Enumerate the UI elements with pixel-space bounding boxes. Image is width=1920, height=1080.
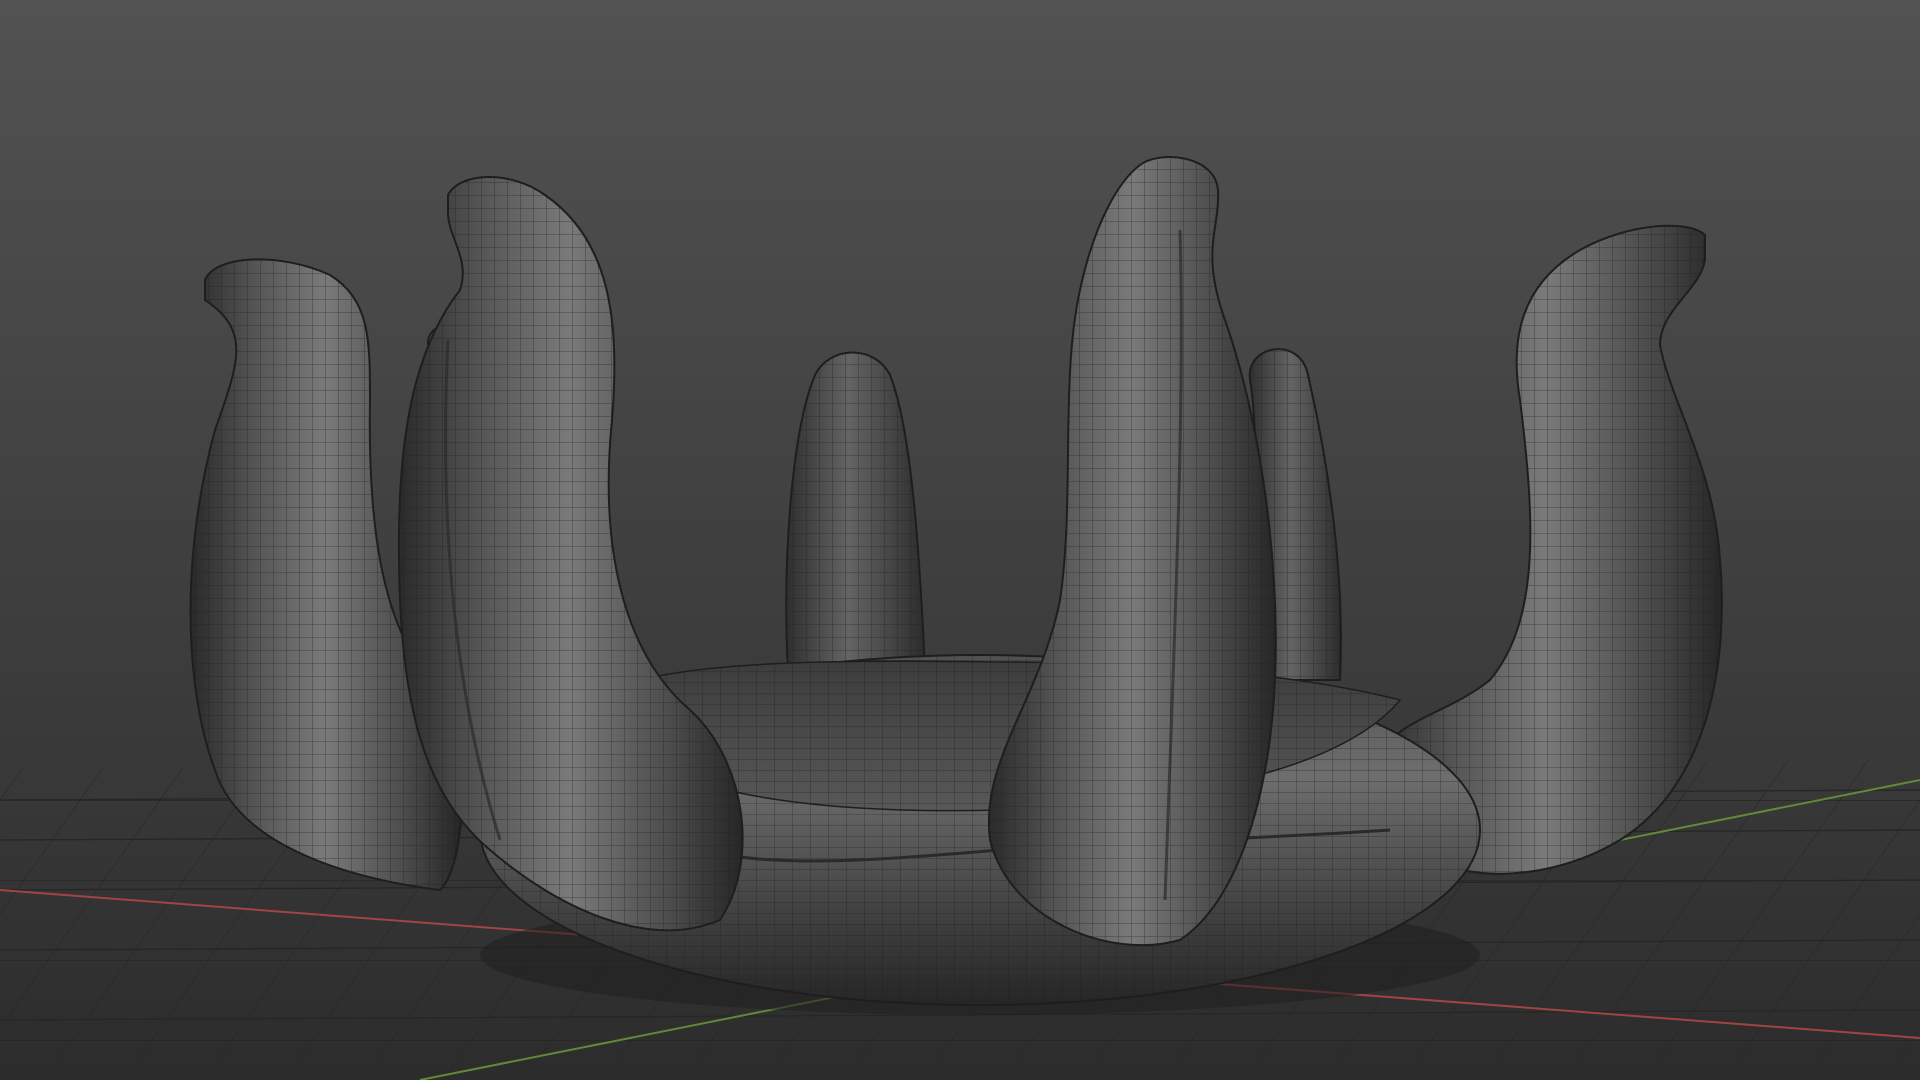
3d-viewport[interactable]	[0, 0, 1920, 1080]
